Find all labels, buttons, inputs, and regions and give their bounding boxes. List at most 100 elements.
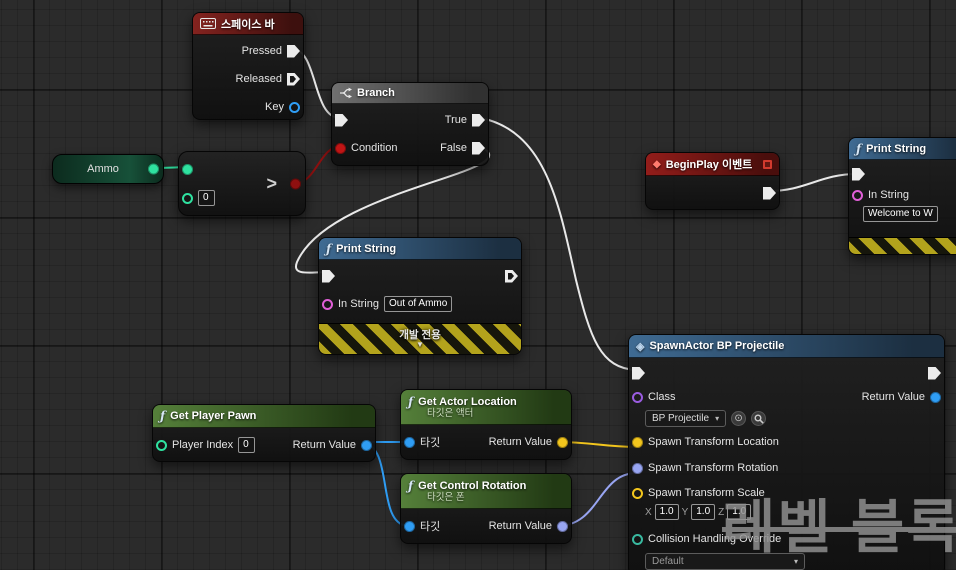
branch-false-exec-pin[interactable] — [472, 142, 485, 155]
exec-out-pin[interactable] — [505, 270, 518, 283]
in-string-pin[interactable] — [322, 298, 333, 310]
event-icon: ◆ — [653, 158, 661, 170]
node-header[interactable]: ƒ Get Actor Location 타깃은 액터 — [401, 390, 571, 425]
node-branch[interactable]: Branch Condition True False — [331, 82, 489, 166]
return-value-pin[interactable] — [557, 436, 568, 448]
node-get-actor-location[interactable]: ƒ Get Actor Location 타깃은 액터 타깃 Return Va… — [400, 389, 572, 460]
return-value-pin[interactable] — [557, 520, 568, 532]
node-beginplay-event[interactable]: ◆ BeginPlay 이벤트 — [645, 152, 780, 210]
greater-operator-glyph: > — [266, 173, 277, 193]
player-index-pin[interactable] — [156, 439, 167, 451]
scale-y-field[interactable]: 1.0 — [691, 504, 716, 520]
keyboard-icon — [200, 18, 216, 29]
pin-label-spawn-transform-rotation: Spawn Transform Rotation — [648, 462, 779, 474]
key-pin[interactable] — [289, 101, 300, 113]
in-string-pin[interactable] — [852, 189, 863, 201]
exec-in-pin[interactable] — [852, 168, 865, 181]
scale-x-label: X — [645, 506, 652, 518]
scale-z-field[interactable]: 1.0 — [727, 504, 752, 520]
pin-label-released: Released — [235, 73, 282, 85]
node-print-string-out-of-ammo[interactable]: ƒ Print String In String Out of Ammo 개발 … — [318, 237, 522, 355]
pin-label-spawn-transform-scale: Spawn Transform Scale — [648, 487, 765, 499]
exec-pin-pressed[interactable] — [287, 45, 300, 58]
browse-button[interactable] — [751, 411, 767, 426]
branch-exec-in-pin[interactable] — [335, 114, 348, 127]
node-header[interactable]: Branch — [332, 83, 488, 104]
node-get-control-rotation[interactable]: ƒ Get Control Rotation 타깃은 폰 타깃 Return V… — [400, 473, 572, 544]
node-title: Get Control Rotation — [418, 479, 527, 492]
node-header[interactable]: ƒ Get Control Rotation 타깃은 폰 — [401, 474, 571, 509]
collision-handling-override-pin[interactable] — [632, 533, 643, 545]
node-greater-than[interactable]: 0 > — [178, 151, 306, 216]
function-icon: ƒ — [408, 394, 414, 409]
pin-label-in-string: In String — [868, 189, 909, 201]
node-get-ammo-variable[interactable]: Ammo — [52, 154, 164, 184]
spawn-transform-location-pin[interactable] — [632, 436, 643, 448]
node-title: Branch — [357, 87, 395, 99]
pin-label-target: 타깃 — [420, 521, 441, 533]
pin-label-return-value: Return Value — [488, 520, 552, 532]
pin-label-collision-handling-override: Collision Handling Override — [648, 533, 782, 545]
node-header[interactable]: ƒ Get Player Pawn — [153, 405, 375, 428]
collision-handling-dropdown[interactable]: Default ▾ — [645, 552, 805, 570]
return-value-pin[interactable] — [361, 439, 372, 451]
function-icon: ƒ — [160, 409, 166, 423]
exec-in-pin[interactable] — [632, 367, 645, 380]
node-spacebar-key-event[interactable]: 스페이스 바 Pressed Released Key — [192, 12, 304, 120]
exec-out-pin[interactable] — [928, 367, 941, 380]
node-subtitle: 타깃은 폰 — [427, 491, 465, 503]
node-header[interactable]: ◈ SpawnActor BP Projectile — [629, 335, 944, 358]
blueprint-graph-canvas[interactable]: 스페이스 바 Pressed Released Key Ammo 0 > Bra… — [0, 0, 956, 570]
beginplay-exec-out-pin[interactable] — [763, 187, 776, 200]
class-pin[interactable] — [632, 391, 643, 403]
pin-label-condition: Condition — [351, 142, 398, 154]
greater-input-b-pin[interactable] — [182, 192, 193, 204]
pin-label-target: 타깃 — [420, 437, 441, 449]
exec-pin-released[interactable] — [287, 73, 300, 86]
node-title: 스페이스 바 — [221, 18, 275, 31]
pin-label-class: Class — [648, 391, 676, 403]
node-title: Print String — [866, 142, 927, 155]
in-string-field[interactable]: Welcome to W — [863, 206, 938, 222]
greater-input-b-field[interactable]: 0 — [198, 190, 215, 206]
pin-label-spawn-transform-location: Spawn Transform Location — [648, 436, 779, 448]
collapse-chevron-icon[interactable]: ▼ — [416, 340, 424, 348]
pin-label-false: False — [440, 142, 467, 154]
return-value-pin[interactable] — [930, 391, 941, 403]
function-icon: ƒ — [408, 478, 414, 493]
branch-icon — [339, 87, 352, 99]
node-get-player-pawn[interactable]: ƒ Get Player Pawn Player Index 0 Return … — [152, 404, 376, 462]
pin-label-pressed: Pressed — [241, 45, 282, 57]
pin-label-player-index: Player Index — [172, 439, 234, 451]
node-print-string-welcome[interactable]: ƒ Print String In String Welcome to W — [848, 137, 956, 255]
variable-label: Ammo — [87, 163, 119, 175]
collision-dropdown-value: Default — [652, 555, 684, 567]
magnifier-icon — [754, 414, 764, 424]
target-pin[interactable] — [404, 520, 415, 532]
use-selected-button[interactable]: ⊙ — [731, 411, 747, 426]
condition-pin[interactable] — [335, 142, 346, 154]
node-header[interactable]: 스페이스 바 — [193, 13, 303, 35]
branch-true-exec-pin[interactable] — [472, 114, 485, 127]
event-marker-icon — [763, 159, 772, 169]
node-header[interactable]: ƒ Print String — [319, 238, 521, 260]
player-index-field[interactable]: 0 — [238, 437, 256, 453]
greater-output-pin[interactable] — [290, 178, 301, 189]
spawn-transform-rotation-pin[interactable] — [632, 462, 643, 474]
node-spawnactor-bp-projectile[interactable]: ◈ SpawnActor BP Projectile Class Return … — [628, 334, 945, 570]
target-pin[interactable] — [404, 436, 415, 448]
node-header[interactable]: ƒ Print String — [849, 138, 956, 160]
scale-y-label: Y — [681, 506, 689, 518]
wire-beginplay-to-printstring — [768, 173, 858, 192]
scale-z-label: Z — [718, 506, 725, 518]
node-title: Print String — [336, 242, 397, 255]
exec-in-pin[interactable] — [322, 270, 335, 283]
scale-x-field[interactable]: 1.0 — [654, 504, 679, 520]
greater-input-a-pin[interactable] — [182, 163, 193, 175]
class-dropdown[interactable]: BP Projectile ▾ — [645, 410, 727, 427]
spawn-transform-scale-pin[interactable] — [632, 487, 643, 499]
in-string-field[interactable]: Out of Ammo — [383, 296, 453, 312]
ammo-output-pin[interactable] — [148, 163, 159, 175]
node-header[interactable]: ◆ BeginPlay 이벤트 — [646, 153, 779, 176]
node-title: SpawnActor BP Projectile — [649, 340, 785, 352]
